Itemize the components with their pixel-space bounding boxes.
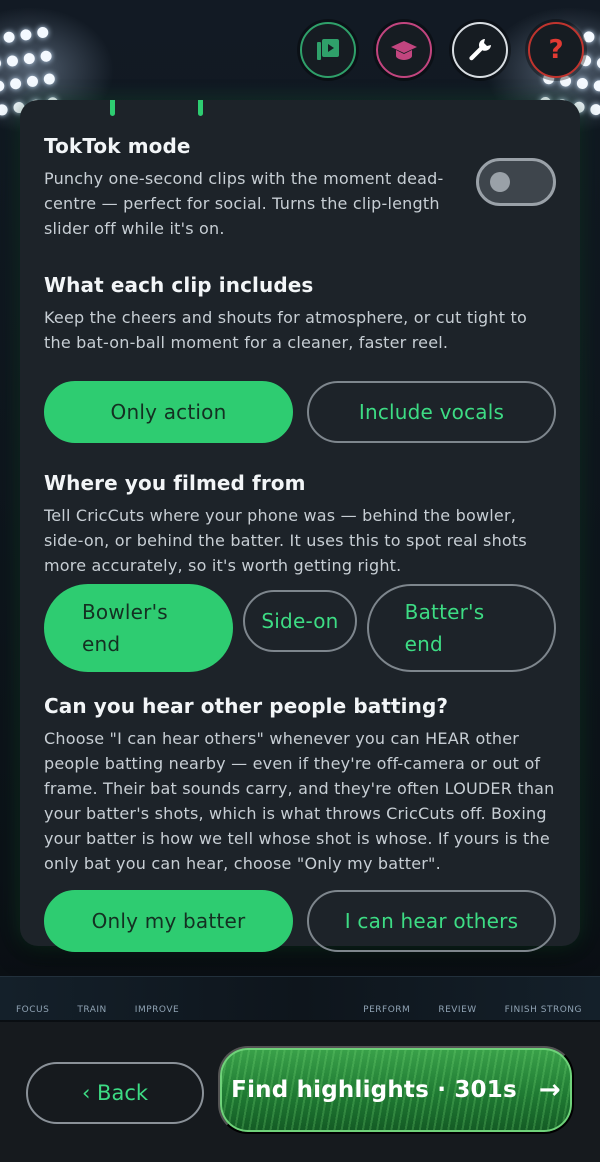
toktok-title: TokTok mode: [44, 134, 191, 158]
scroll-indicator-tick: [110, 100, 115, 116]
find-highlights-button[interactable]: Find highlights · 301s →: [218, 1046, 574, 1134]
toktok-section: TokTok mode Punchy one-second clips with…: [44, 134, 556, 241]
i-can-hear-others-button[interactable]: I can hear others: [307, 890, 556, 952]
batters-end-button[interactable]: Batter's end: [366, 584, 556, 672]
filmed-from-description: Tell CricCuts where your phone was — beh…: [44, 506, 527, 575]
scroll-indicator-tick: [198, 100, 203, 116]
video-library-button[interactable]: [300, 22, 356, 78]
tutorial-button[interactable]: [376, 22, 432, 78]
help-button[interactable]: ?: [528, 22, 584, 78]
banner-word: FOCUS: [16, 1005, 50, 1015]
filmed-from-title: Where you filmed from: [44, 471, 306, 495]
hear-others-description: Choose "I can hear others" whenever you …: [44, 729, 555, 873]
banner-word: REVIEW: [438, 1005, 477, 1015]
footer-bar: ‹ Back Find highlights · 301s →: [0, 1022, 600, 1162]
bowlers-end-button[interactable]: Bowler's end: [44, 584, 234, 672]
clip-includes-section: What each clip includes Keep the cheers …: [44, 273, 556, 443]
banner-word: FINISH STRONG: [504, 1005, 582, 1015]
arrow-right-icon: →: [538, 1075, 561, 1105]
hear-others-title: Can you hear other people batting?: [44, 694, 449, 718]
settings-card: TokTok mode Punchy one-second clips with…: [20, 100, 580, 952]
include-vocals-button[interactable]: Include vocals: [307, 381, 556, 443]
graduation-cap-icon: [391, 41, 417, 60]
wrench-icon: [469, 38, 491, 61]
side-on-button[interactable]: Side-on: [243, 590, 357, 652]
filmed-from-section: Where you filmed from Tell CricCuts wher…: [44, 471, 556, 672]
motto-banner: FOCUS TRAIN IMPROVE PERFORM REVIEW FINIS…: [0, 976, 600, 1020]
clip-includes-description: Keep the cheers and shouts for atmospher…: [44, 308, 527, 352]
only-action-button[interactable]: Only action: [44, 381, 293, 443]
clip-includes-title: What each clip includes: [44, 273, 314, 297]
back-button[interactable]: ‹ Back: [26, 1062, 204, 1124]
video-library-icon: [317, 39, 339, 60]
toktok-toggle[interactable]: [476, 158, 556, 206]
help-icon: ?: [548, 35, 564, 65]
banner-word: IMPROVE: [134, 1005, 180, 1015]
top-toolbar: ?: [300, 22, 584, 78]
hear-others-section: Can you hear other people batting? Choos…: [44, 694, 556, 952]
only-my-batter-button[interactable]: Only my batter: [44, 890, 293, 952]
toktok-description: Punchy one-second clips with the moment …: [44, 169, 444, 238]
banner-word: TRAIN: [77, 1005, 107, 1015]
settings-button[interactable]: [452, 22, 508, 78]
banner-word: PERFORM: [363, 1005, 411, 1015]
toggle-knob: [490, 172, 510, 192]
find-highlights-label: Find highlights · 301s: [231, 1077, 517, 1103]
